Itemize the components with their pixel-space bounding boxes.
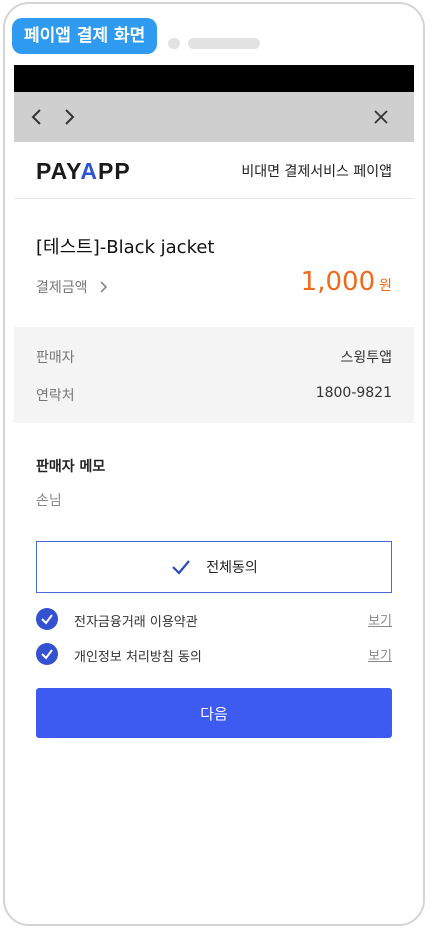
check-icon bbox=[41, 649, 53, 660]
screen: PAYAPP 비대면 결제서비스 페이앱 [테스트]-Black jacket … bbox=[14, 65, 414, 875]
term-item: 개인정보 처리방침 동의 보기 bbox=[36, 642, 392, 666]
product-title: [테스트]-Black jacket bbox=[36, 237, 215, 258]
seller-name-row: 판매자 스윙투앱 bbox=[36, 347, 392, 367]
term-label: 전자금융거래 이용약관 bbox=[74, 615, 198, 630]
phone-camera bbox=[168, 38, 180, 49]
memo-text: 손님 bbox=[36, 493, 62, 509]
term-view-link[interactable]: 보기 bbox=[368, 610, 392, 629]
product-section: [테스트]-Black jacket 결제금액 1,000 원 bbox=[14, 199, 414, 327]
term-checkbox[interactable] bbox=[36, 608, 58, 630]
browser-nav-bar bbox=[14, 92, 414, 142]
amount-toggle[interactable]: 결제금액 bbox=[36, 277, 112, 297]
status-bar bbox=[14, 65, 414, 92]
agree-all-button[interactable]: 전체동의 bbox=[36, 541, 392, 593]
amount-currency: 원 bbox=[379, 278, 392, 294]
seller-name-label: 판매자 bbox=[36, 350, 75, 366]
close-icon[interactable] bbox=[366, 102, 396, 132]
phone-speaker bbox=[188, 38, 260, 49]
chevron-right-icon[interactable] bbox=[54, 102, 84, 132]
seller-info: 판매자 스윙투앱 연락처 1800-9821 bbox=[14, 327, 414, 423]
payapp-logo: PAYAPP bbox=[36, 158, 131, 184]
next-button[interactable]: 다음 bbox=[36, 688, 392, 738]
payment-amount: 1,000 원 bbox=[301, 267, 392, 297]
seller-contact-row: 연락처 1800-9821 bbox=[36, 385, 392, 405]
page-badge: 페이앱 결제 화면 bbox=[12, 18, 158, 54]
term-item: 전자금융거래 이용약관 보기 bbox=[36, 607, 392, 631]
service-tagline: 비대면 결제서비스 페이앱 bbox=[241, 164, 392, 180]
check-icon bbox=[172, 560, 191, 575]
seller-contact-label: 연락처 bbox=[36, 388, 75, 404]
chevron-right-icon bbox=[100, 281, 108, 293]
seller-contact: 1800-9821 bbox=[315, 385, 392, 401]
agree-all-label: 전체동의 bbox=[206, 560, 258, 576]
term-view-link[interactable]: 보기 bbox=[368, 645, 392, 664]
check-icon bbox=[41, 614, 53, 625]
amount-label: 결제금액 bbox=[36, 280, 88, 296]
seller-name: 스윙투앱 bbox=[340, 350, 392, 366]
term-label: 개인정보 처리방침 동의 bbox=[74, 650, 202, 665]
amount-number: 1,000 bbox=[300, 267, 376, 297]
memo-title: 판매자 메모 bbox=[36, 459, 106, 475]
brand-header: PAYAPP 비대면 결제서비스 페이앱 bbox=[14, 142, 414, 199]
chevron-left-icon[interactable] bbox=[22, 102, 52, 132]
term-checkbox[interactable] bbox=[36, 643, 58, 665]
